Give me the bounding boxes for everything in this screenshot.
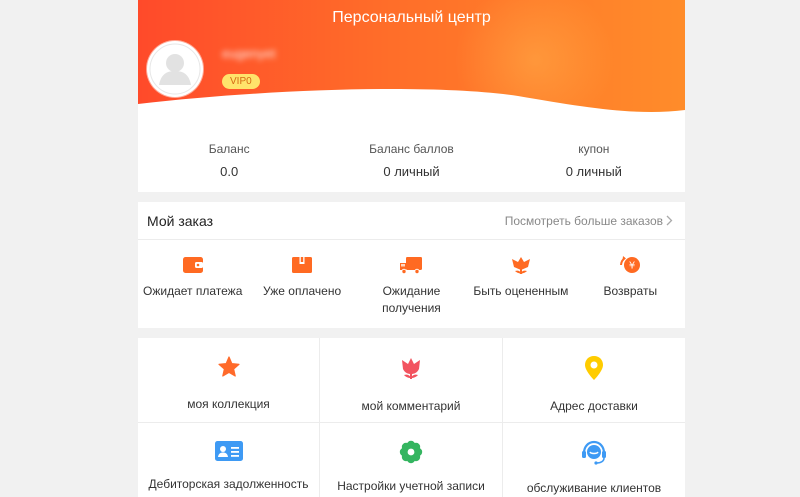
order-awaiting-receipt[interactable]: Ожидание получения [357, 254, 466, 317]
order-returns[interactable]: ¥ Возвраты [576, 254, 685, 317]
order-label: Ожидание получения [382, 284, 441, 315]
receivables-tile[interactable]: Дебиторская задолженность [138, 423, 319, 497]
points-balance-item[interactable]: Баланс баллов 0 личный [320, 120, 502, 192]
flower-icon [511, 257, 530, 274]
orders-header: Мой заказ Посмотреть больше заказов [138, 202, 685, 240]
tulip-icon [402, 358, 420, 379]
order-label: Возвраты [603, 284, 658, 298]
service-grid: моя коллекция мой комментарий Адрес дост… [138, 338, 685, 497]
points-balance-value: 0 личный [383, 164, 440, 179]
my-comments-tile[interactable]: мой комментарий [320, 338, 502, 422]
view-more-orders-link[interactable]: Посмотреть больше заказов [505, 214, 673, 228]
delivery-truck-icon [400, 257, 423, 275]
tile-label: Адрес доставки [550, 399, 638, 413]
tile-label: Настройки учетной записи [337, 479, 485, 493]
account-settings-tile[interactable]: Настройки учетной записи [320, 423, 502, 497]
refund-icon: ¥ [620, 256, 641, 273]
order-label: Ожидает платежа [143, 284, 243, 298]
tile-label: мой комментарий [361, 399, 461, 413]
username: eugenyet [222, 46, 276, 61]
settings-flower-icon [399, 440, 423, 464]
tile-label: моя коллекция [187, 397, 270, 411]
id-card-icon [214, 441, 243, 461]
avatar[interactable] [147, 41, 203, 97]
tile-label: Дебиторская задолженность [148, 477, 309, 491]
header-wave [138, 89, 685, 120]
coupon-item[interactable]: купон 0 личный [503, 120, 685, 192]
delivery-address-tile[interactable]: Адрес доставки [503, 338, 685, 422]
my-orders-section: Мой заказ Посмотреть больше заказов Ожид… [138, 202, 685, 328]
orders-title: Мой заказ [147, 212, 214, 229]
balance-item[interactable]: Баланс 0.0 [138, 120, 320, 192]
order-label: Уже оплачено [263, 284, 342, 298]
view-more-orders-label: Посмотреть больше заказов [504, 213, 663, 228]
tile-label: обслуживание клиентов [526, 481, 662, 495]
my-collection-tile[interactable]: моя коллекция [138, 338, 319, 422]
order-awaiting-payment[interactable]: Ожидает платежа [138, 254, 247, 317]
headset-icon [582, 440, 606, 465]
vip-badge: VIP0 [222, 74, 260, 89]
balance-label: Баланс [208, 142, 250, 156]
order-to-be-rated[interactable]: Быть оцененным [466, 254, 575, 317]
profile-header: Персональный центр eugenyet VIP0 [138, 0, 685, 120]
page-title: Персональный центр [332, 9, 491, 26]
package-icon [292, 257, 313, 273]
chevron-right-icon [666, 215, 673, 226]
coupon-label: купон [578, 142, 610, 156]
personal-center-page: Персональный центр eugenyet VIP0 Баланс … [138, 0, 685, 497]
order-status-row: Ожидает платежа Уже оплачено Ожидание по… [138, 240, 685, 317]
order-paid[interactable]: Уже оплачено [247, 254, 356, 317]
points-balance-label: Баланс баллов [369, 142, 454, 156]
coupon-value: 0 личный [565, 164, 622, 179]
balance-panel: Баланс 0.0 Баланс баллов 0 личный купон … [138, 120, 685, 192]
balance-value: 0.0 [220, 164, 239, 179]
svg-text:¥: ¥ [629, 261, 635, 272]
wallet-icon [182, 257, 203, 273]
star-icon [217, 356, 240, 377]
location-pin-icon [585, 356, 603, 380]
customer-service-tile[interactable]: обслуживание клиентов [503, 423, 685, 497]
user-avatar-icon [149, 43, 201, 95]
order-label: Быть оцененным [473, 284, 569, 298]
